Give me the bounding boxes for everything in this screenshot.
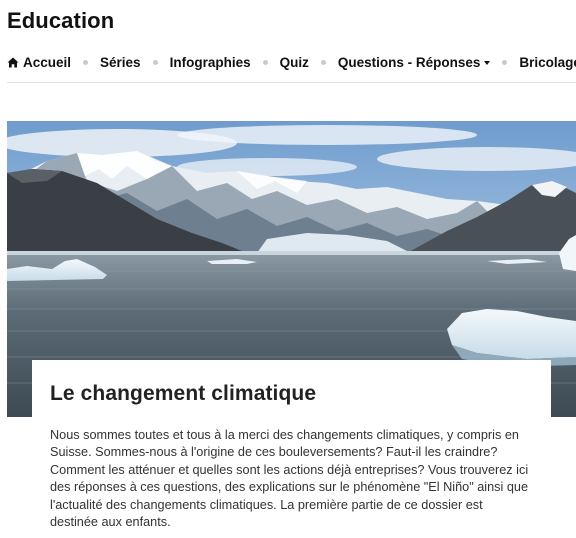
nav-separator: [502, 59, 508, 65]
site-title[interactable]: Education: [7, 8, 114, 34]
nav-item-label: Bricolage: [519, 54, 576, 70]
nav-item-label: Séries: [100, 54, 141, 70]
nav-item-label: Quiz: [279, 54, 309, 70]
home-icon: [7, 57, 19, 67]
nav-item-accueil[interactable]: Accueil: [7, 55, 71, 70]
nav-item-label: Questions - Réponses: [337, 54, 481, 70]
nav-item-series[interactable]: Séries: [100, 55, 141, 70]
nav-separator: [83, 59, 89, 65]
nav-item-bricolage[interactable]: Bricolage: [519, 55, 576, 70]
nav-separator: [320, 59, 326, 65]
nav-item-label: Infographies: [169, 54, 251, 70]
article-title[interactable]: Le changement climatique: [50, 382, 316, 406]
main-navigation: Accueil Séries Infographies Quiz Questio…: [7, 51, 576, 73]
nav-item-quiz[interactable]: Quiz: [280, 55, 309, 70]
nav-separator: [152, 59, 158, 65]
nav-separator: [262, 59, 268, 65]
nav-item-infographies[interactable]: Infographies: [170, 55, 251, 70]
nav-item-questions-reponses[interactable]: Questions - Réponses: [338, 55, 491, 70]
nav-item-label: Accueil: [23, 54, 72, 70]
chevron-down-icon: [484, 61, 491, 65]
nav-divider: [7, 82, 576, 83]
article-intro-text: Nous sommes toutes et tous à la merci de…: [50, 428, 529, 530]
